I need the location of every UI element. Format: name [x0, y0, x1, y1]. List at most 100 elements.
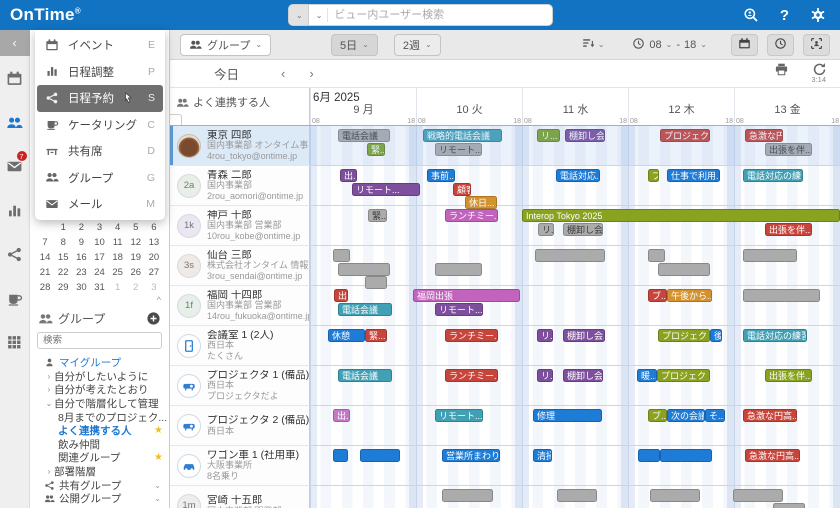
event[interactable]: 出..	[333, 409, 350, 422]
mini-calendar-day[interactable]: 31	[90, 280, 108, 295]
capture-view-button[interactable]	[803, 34, 830, 56]
rail-share-icon[interactable]	[0, 232, 30, 276]
day-column-header[interactable]: 9 月 08 18	[310, 88, 416, 125]
event[interactable]: ブ...	[648, 409, 667, 422]
event[interactable]: 電話対応..	[556, 169, 600, 182]
event[interactable]	[658, 263, 710, 276]
mini-calendar-day[interactable]: 13	[145, 235, 163, 250]
event[interactable]: 後	[710, 329, 722, 342]
settings-gear-icon[interactable]	[809, 7, 826, 24]
mini-calendar-day[interactable]: 10	[90, 235, 108, 250]
event[interactable]: 電話対応の練習	[743, 329, 807, 342]
person-cell[interactable]: 1m 宮崎 十五郎 国内事業部 開発部	[170, 486, 310, 508]
mini-calendar-day[interactable]: 8	[54, 235, 72, 250]
mini-calendar-day[interactable]: 7	[36, 235, 54, 250]
person-cell[interactable]: プロジェクタ 2 (備品) 西日本	[170, 406, 310, 446]
event[interactable]: 出張を伴...	[765, 369, 812, 382]
event[interactable]: 戦略的電話会議	[423, 129, 502, 142]
event[interactable]: Interop Tokyo 2025	[522, 209, 840, 222]
event[interactable]	[743, 289, 820, 302]
event[interactable]: 仕事で利用...	[667, 169, 720, 182]
rail-people-icon[interactable]	[0, 100, 30, 144]
event[interactable]	[435, 263, 482, 276]
day-column-header[interactable]: 11 水 08 18	[522, 88, 628, 125]
group-tree-item[interactable]: マイグループ	[34, 356, 167, 370]
event[interactable]	[535, 249, 605, 262]
event[interactable]: プロジェクト	[658, 329, 710, 342]
event[interactable]: 出..	[334, 289, 348, 302]
event[interactable]: リモート...	[435, 303, 483, 316]
event[interactable]: 棚卸し会...	[563, 369, 603, 382]
user-search-box[interactable]: ⌄ ⌄	[288, 4, 553, 26]
rail-mail-icon[interactable]: 7	[0, 144, 30, 188]
event[interactable]: 棚卸し会...	[563, 223, 603, 236]
event[interactable]: ブ...	[648, 169, 659, 182]
person-cell[interactable]: 1k 神戸 十郎 国内事業部 営業部 10rou_kobe@ontime.jp	[170, 206, 310, 246]
schedule-lane[interactable]: 営業所まわり清掃急激な円高...	[310, 446, 840, 486]
event[interactable]	[338, 263, 390, 276]
event[interactable]: ブ...	[648, 289, 667, 302]
event[interactable]	[638, 449, 660, 462]
event[interactable]: リ...	[537, 129, 560, 142]
mini-calendar-day[interactable]: 9	[72, 235, 90, 250]
mini-calendar-day[interactable]: 27	[145, 265, 163, 280]
time-end-value[interactable]: 18	[684, 39, 696, 51]
event[interactable]	[650, 489, 700, 502]
mini-calendar-day[interactable]: 29	[54, 280, 72, 295]
group-tree-item[interactable]: 共有グループ ⌄	[34, 478, 167, 492]
mini-calendar-day[interactable]: 21	[36, 265, 54, 280]
event[interactable]: 次の会議	[667, 409, 705, 422]
group-tree-item[interactable]: › 部署階層	[34, 465, 167, 479]
event[interactable]: そ...	[705, 409, 725, 422]
mini-calendar-day[interactable]: 2	[127, 280, 145, 295]
mini-calendar-day[interactable]: 17	[90, 250, 108, 265]
prev-button[interactable]: ‹	[281, 66, 285, 81]
event[interactable]	[360, 449, 400, 462]
event[interactable]: 出..	[340, 169, 357, 182]
next-button[interactable]: ›	[309, 66, 313, 81]
event[interactable]: 急激な円高...	[743, 409, 797, 422]
mini-calendar-day[interactable]: 20	[145, 250, 163, 265]
calendar-filter-dropdown[interactable]: ⌄	[309, 5, 328, 25]
tree-chevron-icon[interactable]: ›	[44, 372, 54, 381]
event[interactable]: ランチミー...	[445, 329, 498, 342]
event[interactable]: 電話対応の練習	[743, 169, 803, 182]
mini-calendar-day[interactable]: 6	[145, 220, 163, 235]
group-tree-item[interactable]: ⌄ 自分で階層化して管理	[34, 397, 167, 411]
group-tree-item[interactable]: よく連携する人 ★	[34, 424, 167, 438]
event[interactable]: リ...	[538, 223, 554, 236]
group-tree-item[interactable]: 8月までのプロジェク... ★	[34, 410, 167, 424]
event[interactable]	[648, 249, 665, 262]
day-span-dropdown[interactable]: 5日 ⌄	[331, 34, 378, 56]
user-search-icon[interactable]	[743, 7, 760, 24]
group-search-input[interactable]	[37, 332, 162, 349]
user-filter-dropdown[interactable]: ⌄	[289, 5, 309, 25]
mini-calendar-day[interactable]: 16	[72, 250, 90, 265]
event[interactable]: 急激な円高...	[745, 129, 783, 142]
menu-item[interactable]: ケータリング C	[35, 112, 165, 139]
event[interactable]: 緊...	[368, 209, 387, 222]
help-icon[interactable]: ?	[780, 7, 789, 24]
menu-item[interactable]: 日程予約 S	[37, 85, 163, 112]
event[interactable]: 出張を伴...	[765, 223, 812, 236]
rail-chart-icon[interactable]	[0, 188, 30, 232]
day-column-header[interactable]: 10 火 08 18	[416, 88, 522, 125]
schedule-lane[interactable]: 出..リモート...修理ブ...次の会議そ...急激な円高...	[310, 406, 840, 446]
event[interactable]	[333, 249, 350, 262]
event[interactable]	[557, 489, 597, 502]
event[interactable]: リ...	[537, 329, 553, 342]
event[interactable]: 急激な円高...	[745, 449, 800, 462]
schedule-lane[interactable]: 緊...ランチミー...Interop Tokyo 2025リ...棚卸し会..…	[310, 206, 840, 246]
mini-calendar-day[interactable]: 14	[36, 250, 54, 265]
week-span-dropdown[interactable]: 2週 ⌄	[394, 34, 441, 56]
event[interactable]: 清掃	[533, 449, 552, 462]
event[interactable]: 顧客...	[453, 183, 471, 196]
event[interactable]	[743, 249, 797, 262]
schedule-lane[interactable]: 休憩緊...ランチミー...リ...棚卸し会...プロジェクト後電話対応の練習	[310, 326, 840, 366]
favorite-star-icon[interactable]: ★	[154, 425, 167, 436]
event[interactable]: 棚卸し会...	[563, 329, 605, 342]
schedule-lane[interactable]	[310, 486, 840, 508]
print-icon[interactable]	[774, 62, 789, 77]
collapse-sidebar-button[interactable]: ‹	[0, 30, 30, 56]
mini-calendar-day[interactable]: 3	[145, 280, 163, 295]
